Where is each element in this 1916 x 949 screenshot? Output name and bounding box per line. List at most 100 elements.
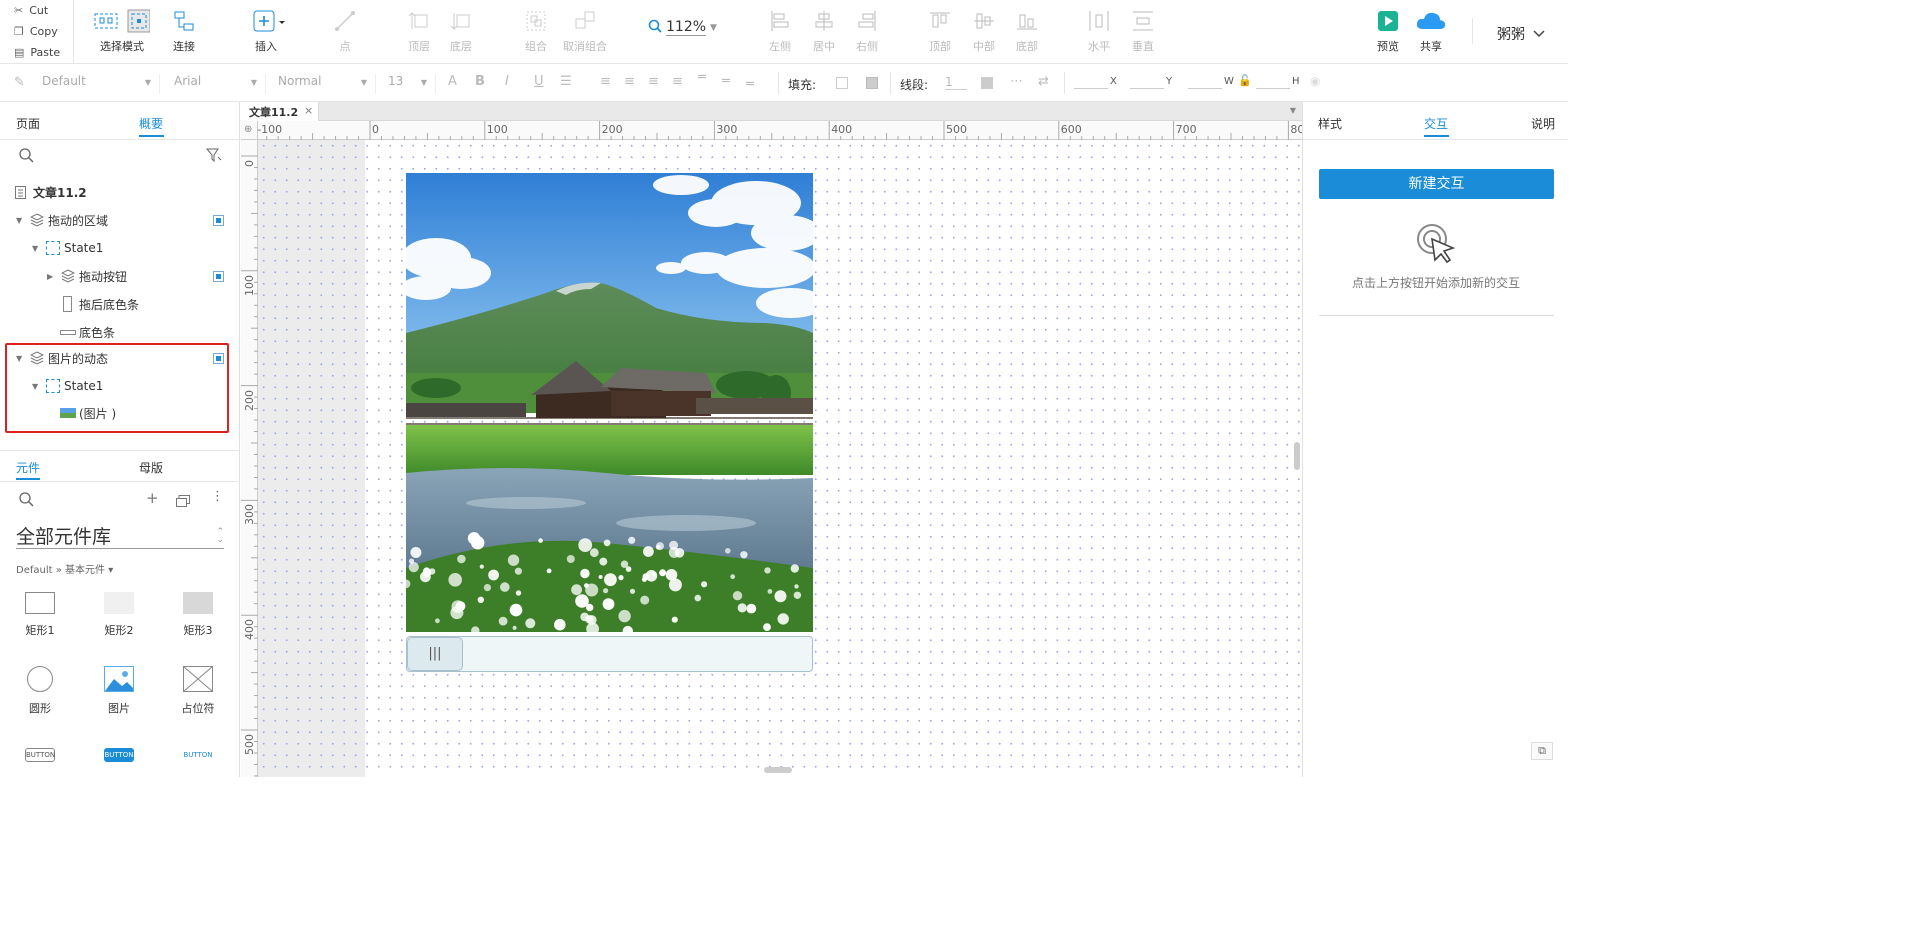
drag-track[interactable] xyxy=(406,636,813,672)
list-icon[interactable]: ☰ xyxy=(560,74,572,89)
zoom-control[interactable]: 112% ▼ xyxy=(648,18,717,37)
paste-button[interactable]: ▤ Paste xyxy=(14,46,60,59)
align-bottom-button[interactable]: 底部 xyxy=(997,8,1057,54)
align-right-button[interactable]: 右侧 xyxy=(837,8,897,54)
y-input[interactable] xyxy=(1130,88,1164,89)
fill-color-swatch[interactable] xyxy=(836,77,848,89)
align-text-center-icon[interactable]: ≡ xyxy=(624,74,635,89)
shadow-swatch[interactable] xyxy=(866,77,878,89)
tab-style[interactable]: 样式 xyxy=(1318,115,1342,132)
valign-middle-icon[interactable]: ═ xyxy=(722,74,730,89)
component-rectangle1[interactable]: 矩形1 xyxy=(0,592,80,638)
outline-row-drag-button[interactable]: ▶ 拖动按钮 xyxy=(0,263,240,289)
valign-top-icon[interactable]: ═ xyxy=(698,70,706,85)
font-weight-select[interactable]: Normal ▼ xyxy=(264,74,376,94)
flower-dot xyxy=(643,546,654,557)
line-color-swatch[interactable] xyxy=(981,77,993,89)
italic-icon[interactable]: I xyxy=(505,74,509,89)
bold-icon[interactable]: B xyxy=(475,74,485,89)
tab-pages[interactable]: 页面 xyxy=(16,115,40,132)
flower-dot xyxy=(794,584,799,589)
visibility-checkbox[interactable] xyxy=(213,214,224,226)
component-primary-button[interactable]: BUTTON xyxy=(79,748,159,762)
document-tabs: 文章11.2 × ▼ xyxy=(241,102,1302,121)
expand-arrow-icon[interactable]: ▼ xyxy=(16,216,22,225)
height-input[interactable] xyxy=(1256,88,1290,89)
library-select[interactable]: 全部元件库 ⌃ ⌄ xyxy=(16,522,224,549)
visibility-checkbox[interactable] xyxy=(213,270,224,282)
font-color-icon[interactable]: A xyxy=(448,74,457,89)
flower-dot xyxy=(790,564,799,573)
arrow-style-icon[interactable]: ⇄ xyxy=(1038,74,1049,89)
user-menu[interactable]: 粥粥 xyxy=(1497,24,1545,44)
outline-row-drag-area[interactable]: ▼ 拖动的区域 xyxy=(0,207,240,233)
flower-dot xyxy=(488,569,499,581)
lock-icon[interactable]: 🔓 xyxy=(1238,74,1252,87)
cut-button[interactable]: ✂ Cut xyxy=(14,4,48,17)
component-circle[interactable]: 圆形 xyxy=(0,666,80,716)
landscape-illustration xyxy=(406,173,813,632)
chevron-down-icon[interactable]: ▼ xyxy=(1290,106,1296,115)
ruler-label: 600 xyxy=(1060,123,1082,136)
style-select[interactable]: Default ▼ ✎ xyxy=(0,74,160,94)
component-image[interactable]: 图片 xyxy=(79,666,159,716)
ruler-corner[interactable]: ⊕ xyxy=(241,121,258,140)
vertical-scrollbar[interactable] xyxy=(1294,442,1300,470)
left-panel: 页面 概要 文章11.2 ▼ 拖动的区域 ▼ State1 ▶ 拖动按钮 拖后底… xyxy=(0,102,240,777)
line-style-icon[interactable]: ⋯ xyxy=(1010,74,1023,89)
outline-row-drag-bar[interactable]: 拖后底色条 xyxy=(0,291,240,317)
search-icon[interactable] xyxy=(18,491,34,511)
connect-button[interactable]: 连接 xyxy=(154,8,214,54)
send-to-back-button[interactable]: 底层 xyxy=(431,8,491,54)
outline-page-row[interactable]: 文章11.2 xyxy=(0,179,240,205)
font-size-select[interactable]: 13 ▼ xyxy=(374,74,436,94)
new-interaction-button[interactable]: 新建交互 xyxy=(1319,169,1554,199)
ungroup-button[interactable]: 取消组合 xyxy=(555,8,615,54)
close-icon[interactable]: × xyxy=(304,104,313,117)
add-library-icon[interactable]: + xyxy=(146,489,159,507)
copy-button[interactable]: ❐ Copy xyxy=(14,25,58,38)
component-rectangle2[interactable]: 矩形2 xyxy=(79,592,159,638)
library-breadcrumb[interactable]: Default » 基本元件 ▾ xyxy=(16,561,113,576)
filter-icon[interactable] xyxy=(205,147,222,167)
underline-icon[interactable]: U xyxy=(534,74,544,89)
flower-dot xyxy=(628,536,636,544)
width-input[interactable] xyxy=(1188,88,1222,89)
component-button[interactable]: BUTTON xyxy=(0,748,80,762)
tab-notes[interactable]: 说明 xyxy=(1531,115,1555,132)
collapse-arrow-icon[interactable]: ▶ xyxy=(47,272,53,281)
select-mode-button[interactable]: 选择模式 xyxy=(92,8,152,54)
component-link-button[interactable]: BUTTON xyxy=(158,748,238,762)
align-text-left-icon[interactable]: ≡ xyxy=(600,74,611,89)
landscape-image[interactable] xyxy=(406,173,813,632)
pointer-click-icon xyxy=(1415,222,1457,268)
tab-masters[interactable]: 母版 xyxy=(139,459,163,476)
visibility-icon[interactable]: ◉ xyxy=(1310,74,1320,88)
flower-dot xyxy=(509,603,523,617)
valign-bottom-icon[interactable]: ═ xyxy=(746,77,754,92)
tab-interaction[interactable]: 交互 xyxy=(1424,115,1448,132)
library-copy-icon[interactable] xyxy=(176,492,190,511)
align-text-justify-icon[interactable]: ≡ xyxy=(672,74,683,89)
expand-arrow-icon[interactable]: ▼ xyxy=(32,244,38,253)
drag-handle[interactable]: ||| xyxy=(407,637,463,671)
component-placeholder[interactable]: 占位符 xyxy=(158,666,238,716)
distribute-vertical-button[interactable]: 垂直 xyxy=(1113,8,1173,54)
outline-row-state1[interactable]: ▼ State1 xyxy=(0,235,240,261)
tab-outline[interactable]: 概要 xyxy=(139,115,163,132)
tab-document[interactable]: 文章11.2 × xyxy=(241,102,319,121)
share-button[interactable]: 共享 xyxy=(1401,8,1461,54)
align-text-right-icon[interactable]: ≡ xyxy=(648,74,659,89)
collapse-panel-icon[interactable]: ⧉ xyxy=(1531,742,1553,760)
x-input[interactable] xyxy=(1074,88,1108,89)
tab-components[interactable]: 元件 xyxy=(16,459,40,476)
line-width-input[interactable]: 1 xyxy=(945,75,967,90)
insert-button[interactable]: 插入 xyxy=(236,8,296,54)
component-rectangle3[interactable]: 矩形3 xyxy=(158,592,238,638)
font-select[interactable]: Arial ▼ xyxy=(160,74,266,94)
search-icon[interactable] xyxy=(18,147,34,167)
horizontal-scrollbar[interactable] xyxy=(764,767,792,773)
more-icon[interactable]: ⋮ xyxy=(211,489,224,504)
outline-row-base-bar[interactable]: 底色条 xyxy=(0,319,240,345)
point-button[interactable]: 点 xyxy=(315,8,375,54)
